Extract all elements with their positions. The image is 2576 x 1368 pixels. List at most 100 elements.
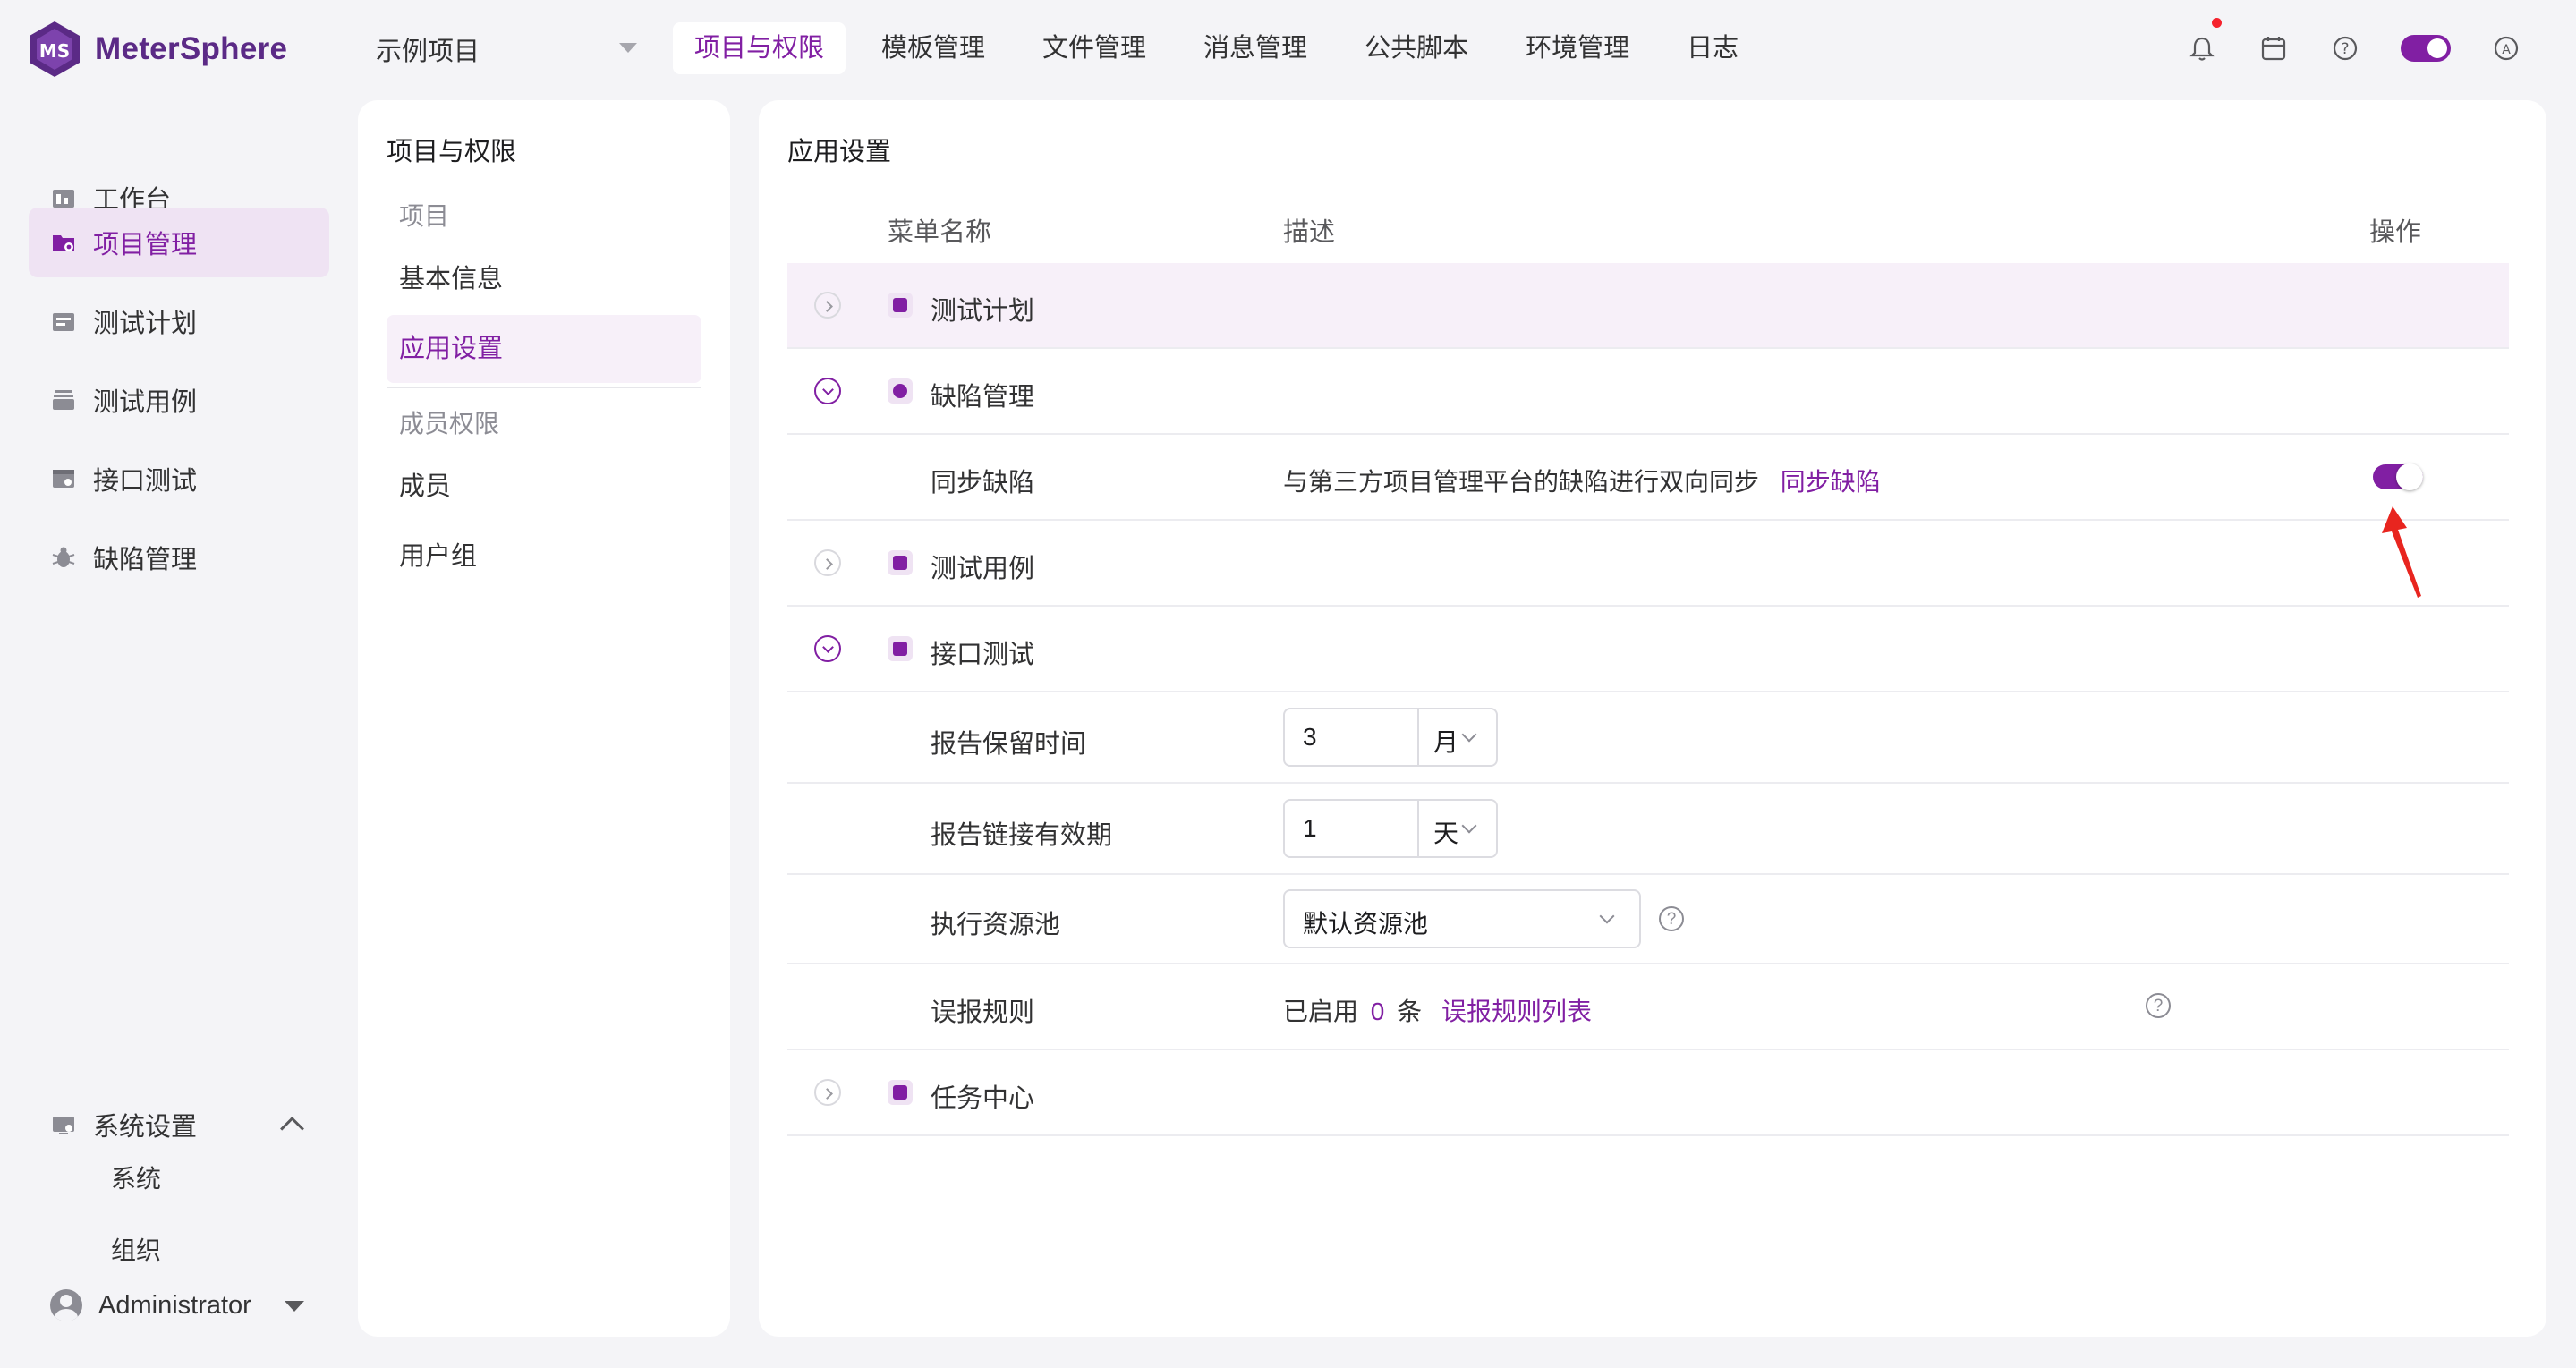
row-label: 测试计划 [931, 297, 1035, 326]
api-test-icon [888, 636, 913, 661]
bell-icon[interactable] [2186, 18, 2222, 64]
sidebar-item-system-settings[interactable]: 系统设置 [29, 1090, 329, 1160]
enabled-prefix: 已启用 [1283, 998, 1359, 1025]
nav-file[interactable]: 文件管理 [1021, 22, 1168, 74]
toggle-knob [2427, 38, 2447, 58]
language-icon[interactable]: A [2490, 32, 2522, 64]
resource-pool-select[interactable]: 默认资源池 [1283, 889, 1641, 948]
sidebar-subitem-organization[interactable]: 组织 [111, 1231, 161, 1267]
sync-bug-link[interactable]: 同步缺陷 [1781, 468, 1881, 496]
toggle-knob [2396, 463, 2423, 490]
unit-select[interactable]: 月 [1433, 723, 1458, 759]
unit-select[interactable]: 天 [1433, 814, 1458, 850]
sidebar-item-project-management[interactable]: 项目管理 [29, 208, 329, 277]
chevron-down-icon [1461, 726, 1477, 743]
sidebar-item-label: 系统设置 [93, 1113, 198, 1142]
help-icon[interactable]: ? [1659, 906, 1684, 931]
collapse-chevron-icon[interactable] [814, 378, 841, 404]
app-logo[interactable]: MS MeterSphere [27, 20, 287, 79]
chevron-up-icon[interactable] [280, 1117, 304, 1141]
table-row: 误报规则 已启用 0 条 误报规则列表 ? [787, 964, 2509, 1050]
false-alarm-rules-link[interactable]: 误报规则列表 [1441, 998, 1592, 1025]
sync-bug-toggle[interactable] [2373, 463, 2423, 490]
sidebar-item-label: 项目管理 [93, 231, 198, 259]
submenu-item-app-settings[interactable]: 应用设置 [387, 315, 701, 383]
test-case-icon [53, 390, 74, 410]
project-selector[interactable]: 示例项目 [376, 30, 644, 68]
top-nav: 项目与权限 模板管理 文件管理 消息管理 公共脚本 环境管理 日志 [673, 22, 1774, 74]
expand-chevron-icon[interactable] [814, 292, 841, 319]
row-label: 报告保留时间 [931, 730, 1087, 759]
nav-public-script[interactable]: 公共脚本 [1343, 22, 1490, 74]
chevron-down-icon [1599, 908, 1615, 924]
submenu-item-basic-info[interactable]: 基本信息 [387, 245, 701, 313]
submenu-group-members: 成员权限 [399, 410, 500, 438]
divider [1417, 801, 1419, 856]
submenu-group-project: 项目 [399, 202, 450, 230]
sidebar-item-bug-management[interactable]: 缺陷管理 [29, 523, 329, 592]
test-plan-icon [888, 293, 913, 318]
row-description: 与第三方项目管理平台的缺陷进行双向同步 同步缺陷 [1283, 463, 1881, 498]
input-value: 3 [1303, 723, 1317, 751]
bug-icon [888, 378, 913, 404]
metersphere-logo-icon: MS [30, 21, 80, 77]
settings-monitor-icon [53, 1117, 74, 1134]
report-retention-input[interactable]: 3 月 [1283, 708, 1498, 767]
svg-text:A: A [2502, 43, 2511, 57]
sidebar-item-label: 接口测试 [93, 467, 198, 496]
user-menu[interactable]: Administrator [29, 1270, 329, 1340]
table-header: 菜单名称 描述 操作 [787, 195, 2509, 261]
report-link-validity-input[interactable]: 1 天 [1283, 799, 1498, 858]
input-value: 1 [1303, 814, 1317, 842]
dark-mode-toggle[interactable] [2401, 35, 2451, 62]
project-icon [53, 235, 74, 251]
table-row: 测试用例 [787, 521, 2509, 607]
select-value: 默认资源池 [1303, 910, 1429, 938]
task-center-icon [888, 1080, 913, 1105]
column-actions: 操作 [2369, 218, 2422, 247]
row-label: 执行资源池 [931, 911, 1061, 939]
nav-template[interactable]: 模板管理 [860, 22, 1007, 74]
sidebar-item-test-plan[interactable]: 测试计划 [29, 286, 329, 356]
expand-chevron-icon[interactable] [814, 1079, 841, 1106]
app-name: MeterSphere [95, 31, 288, 66]
row-label: 同步缺陷 [931, 469, 1035, 497]
sidebar-item-label: 测试用例 [93, 388, 198, 417]
nav-environment[interactable]: 环境管理 [1504, 22, 1651, 74]
sidebar-item-label: 缺陷管理 [93, 546, 198, 574]
nav-log[interactable]: 日志 [1665, 22, 1760, 74]
table-row: 接口测试 [787, 607, 2509, 692]
sidebar-item-label: 测试计划 [93, 310, 198, 338]
help-icon[interactable]: ? [2146, 993, 2171, 1018]
sidebar-item-api-test[interactable]: 接口测试 [29, 444, 329, 514]
enabled-count: 0 [1370, 998, 1385, 1025]
column-menu-name: 菜单名称 [888, 218, 992, 247]
test-case-icon [888, 550, 913, 575]
table-row: 同步缺陷 与第三方项目管理平台的缺陷进行双向同步 同步缺陷 [787, 435, 2509, 521]
page-title: 应用设置 [787, 138, 892, 166]
row-label: 报告链接有效期 [931, 821, 1113, 850]
nav-project-permission[interactable]: 项目与权限 [673, 22, 846, 74]
row-label: 接口测试 [931, 641, 1035, 669]
row-label: 任务中心 [931, 1084, 1035, 1113]
false-alarm-summary: 已启用 0 条 误报规则列表 [1283, 992, 1592, 1028]
user-name: Administrator [98, 1290, 251, 1320]
divider [1417, 709, 1419, 765]
test-plan-icon [53, 313, 74, 331]
submenu-item-members[interactable]: 成员 [387, 453, 701, 521]
left-sidebar: 工作台 项目管理 测试计划 测试用例 接口测试 缺陷管理 系统设置 系统 组织 … [0, 98, 358, 1368]
submenu-item-user-groups[interactable]: 用户组 [387, 523, 701, 591]
svg-text:MS: MS [39, 40, 70, 62]
table-row: 测试计划 [787, 263, 2509, 349]
column-description: 描述 [1283, 218, 1336, 247]
calendar-icon[interactable] [2257, 32, 2290, 64]
nav-message[interactable]: 消息管理 [1182, 22, 1329, 74]
app-settings-panel: 应用设置 菜单名称 描述 操作 测试计划 缺陷管理 同步缺陷 与第三方项目管理平… [759, 100, 2546, 1337]
table-row: 缺陷管理 [787, 349, 2509, 435]
sidebar-item-test-case[interactable]: 测试用例 [29, 365, 329, 435]
collapse-chevron-icon[interactable] [814, 635, 841, 662]
expand-chevron-icon[interactable] [814, 549, 841, 576]
svg-text:?: ? [2341, 40, 2349, 58]
sidebar-subitem-system[interactable]: 系统 [111, 1160, 161, 1195]
help-icon[interactable]: ? [2329, 32, 2361, 64]
